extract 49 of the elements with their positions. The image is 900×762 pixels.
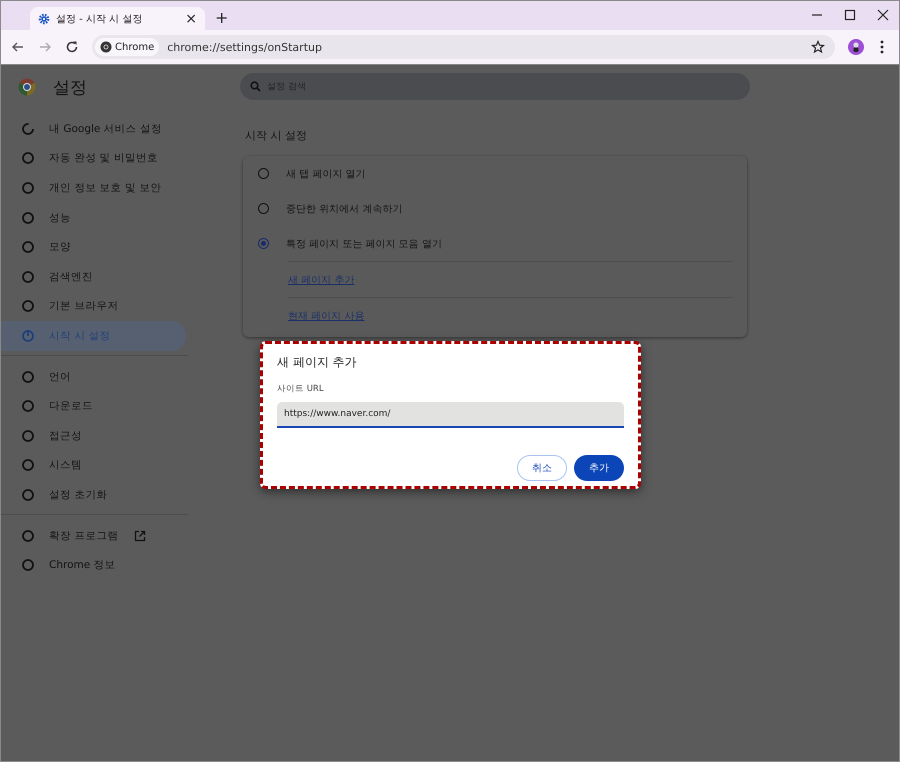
option-label: 특정 페이지 또는 페이지 모음 열기 [286, 238, 442, 250]
sidebar-item[interactable]: 시스템 [1, 450, 186, 480]
field-label: 사이트 URL [277, 383, 325, 395]
external-link-icon [134, 530, 146, 542]
url-field[interactable]: https://www.naver.com/ [277, 402, 624, 428]
sidebar-item[interactable]: 시작 시 설정 [1, 321, 186, 351]
close-tab-button[interactable]: × [185, 12, 197, 26]
settings-title: 설정 [53, 76, 87, 98]
tab-title: 설정 - 시작 시 설정 [56, 12, 144, 26]
new-tab-button[interactable]: + [215, 10, 228, 26]
option-label: 중단한 위치에서 계속하기 [286, 202, 402, 216]
cancel-button[interactable]: 취소 [517, 455, 567, 481]
radio-button[interactable] [258, 203, 269, 214]
chrome-logo-icon [18, 78, 36, 96]
site-chip[interactable]: Chrome [95, 38, 160, 56]
profile-avatar-icon[interactable] [848, 39, 864, 55]
power-icon [21, 328, 35, 343]
add-button[interactable]: 추가 [574, 455, 624, 481]
sidebar-item[interactable]: 성능 [1, 202, 186, 232]
option-label: 새 탭 페이지 열기 [286, 168, 366, 180]
chip-label: Chrome [115, 42, 154, 52]
sidebar-item[interactable]: 접근성 [1, 420, 186, 451]
radio-button[interactable] [258, 168, 269, 179]
sidebar-item[interactable]: 모양 [1, 232, 186, 262]
sidebar-item[interactable]: 개인 정보 보호 및 보안 [1, 173, 186, 203]
sidebar-item[interactable]: 검색엔진 [1, 262, 186, 292]
url-text: chrome://settings/onStartup [167, 40, 323, 54]
star-icon[interactable] [811, 40, 825, 54]
sidebar-item[interactable]: 설정 초기화 [1, 480, 186, 510]
section-title: 시작 시 설정 [245, 128, 308, 143]
radio-button[interactable] [258, 238, 269, 249]
sidebar-item[interactable]: 내 Google 서비스 설정 [1, 114, 186, 144]
browser-tab[interactable]: 설정 - 시작 시 설정 × [30, 7, 205, 30]
address-bar[interactable]: Chrome chrome://settings/onStartup [92, 35, 835, 59]
sidebar-item[interactable]: 자동 완성 및 비밀번호 [1, 144, 186, 174]
link[interactable]: 현재 페이지 사용 [288, 308, 364, 322]
sidebar-item[interactable]: 기본 브라우저 [1, 292, 186, 322]
back-arrow-icon[interactable] [11, 40, 25, 54]
sidebar-item[interactable]: 확장 프로그램 [1, 520, 186, 550]
dialog-title: 새 페이지 추가 [277, 354, 358, 371]
maximize-icon[interactable] [844, 9, 856, 21]
sidebar-item[interactable]: 다운로드 [1, 391, 186, 421]
reload-icon[interactable] [65, 40, 79, 54]
menu-icon[interactable] [880, 40, 884, 54]
sidebar-item[interactable]: 언어 [1, 362, 186, 392]
link[interactable]: 새 페이지 추가 [288, 272, 354, 286]
sidebar-item[interactable]: Chrome 정보 [1, 550, 186, 580]
gear-icon [38, 12, 50, 24]
close-icon[interactable] [877, 9, 889, 21]
